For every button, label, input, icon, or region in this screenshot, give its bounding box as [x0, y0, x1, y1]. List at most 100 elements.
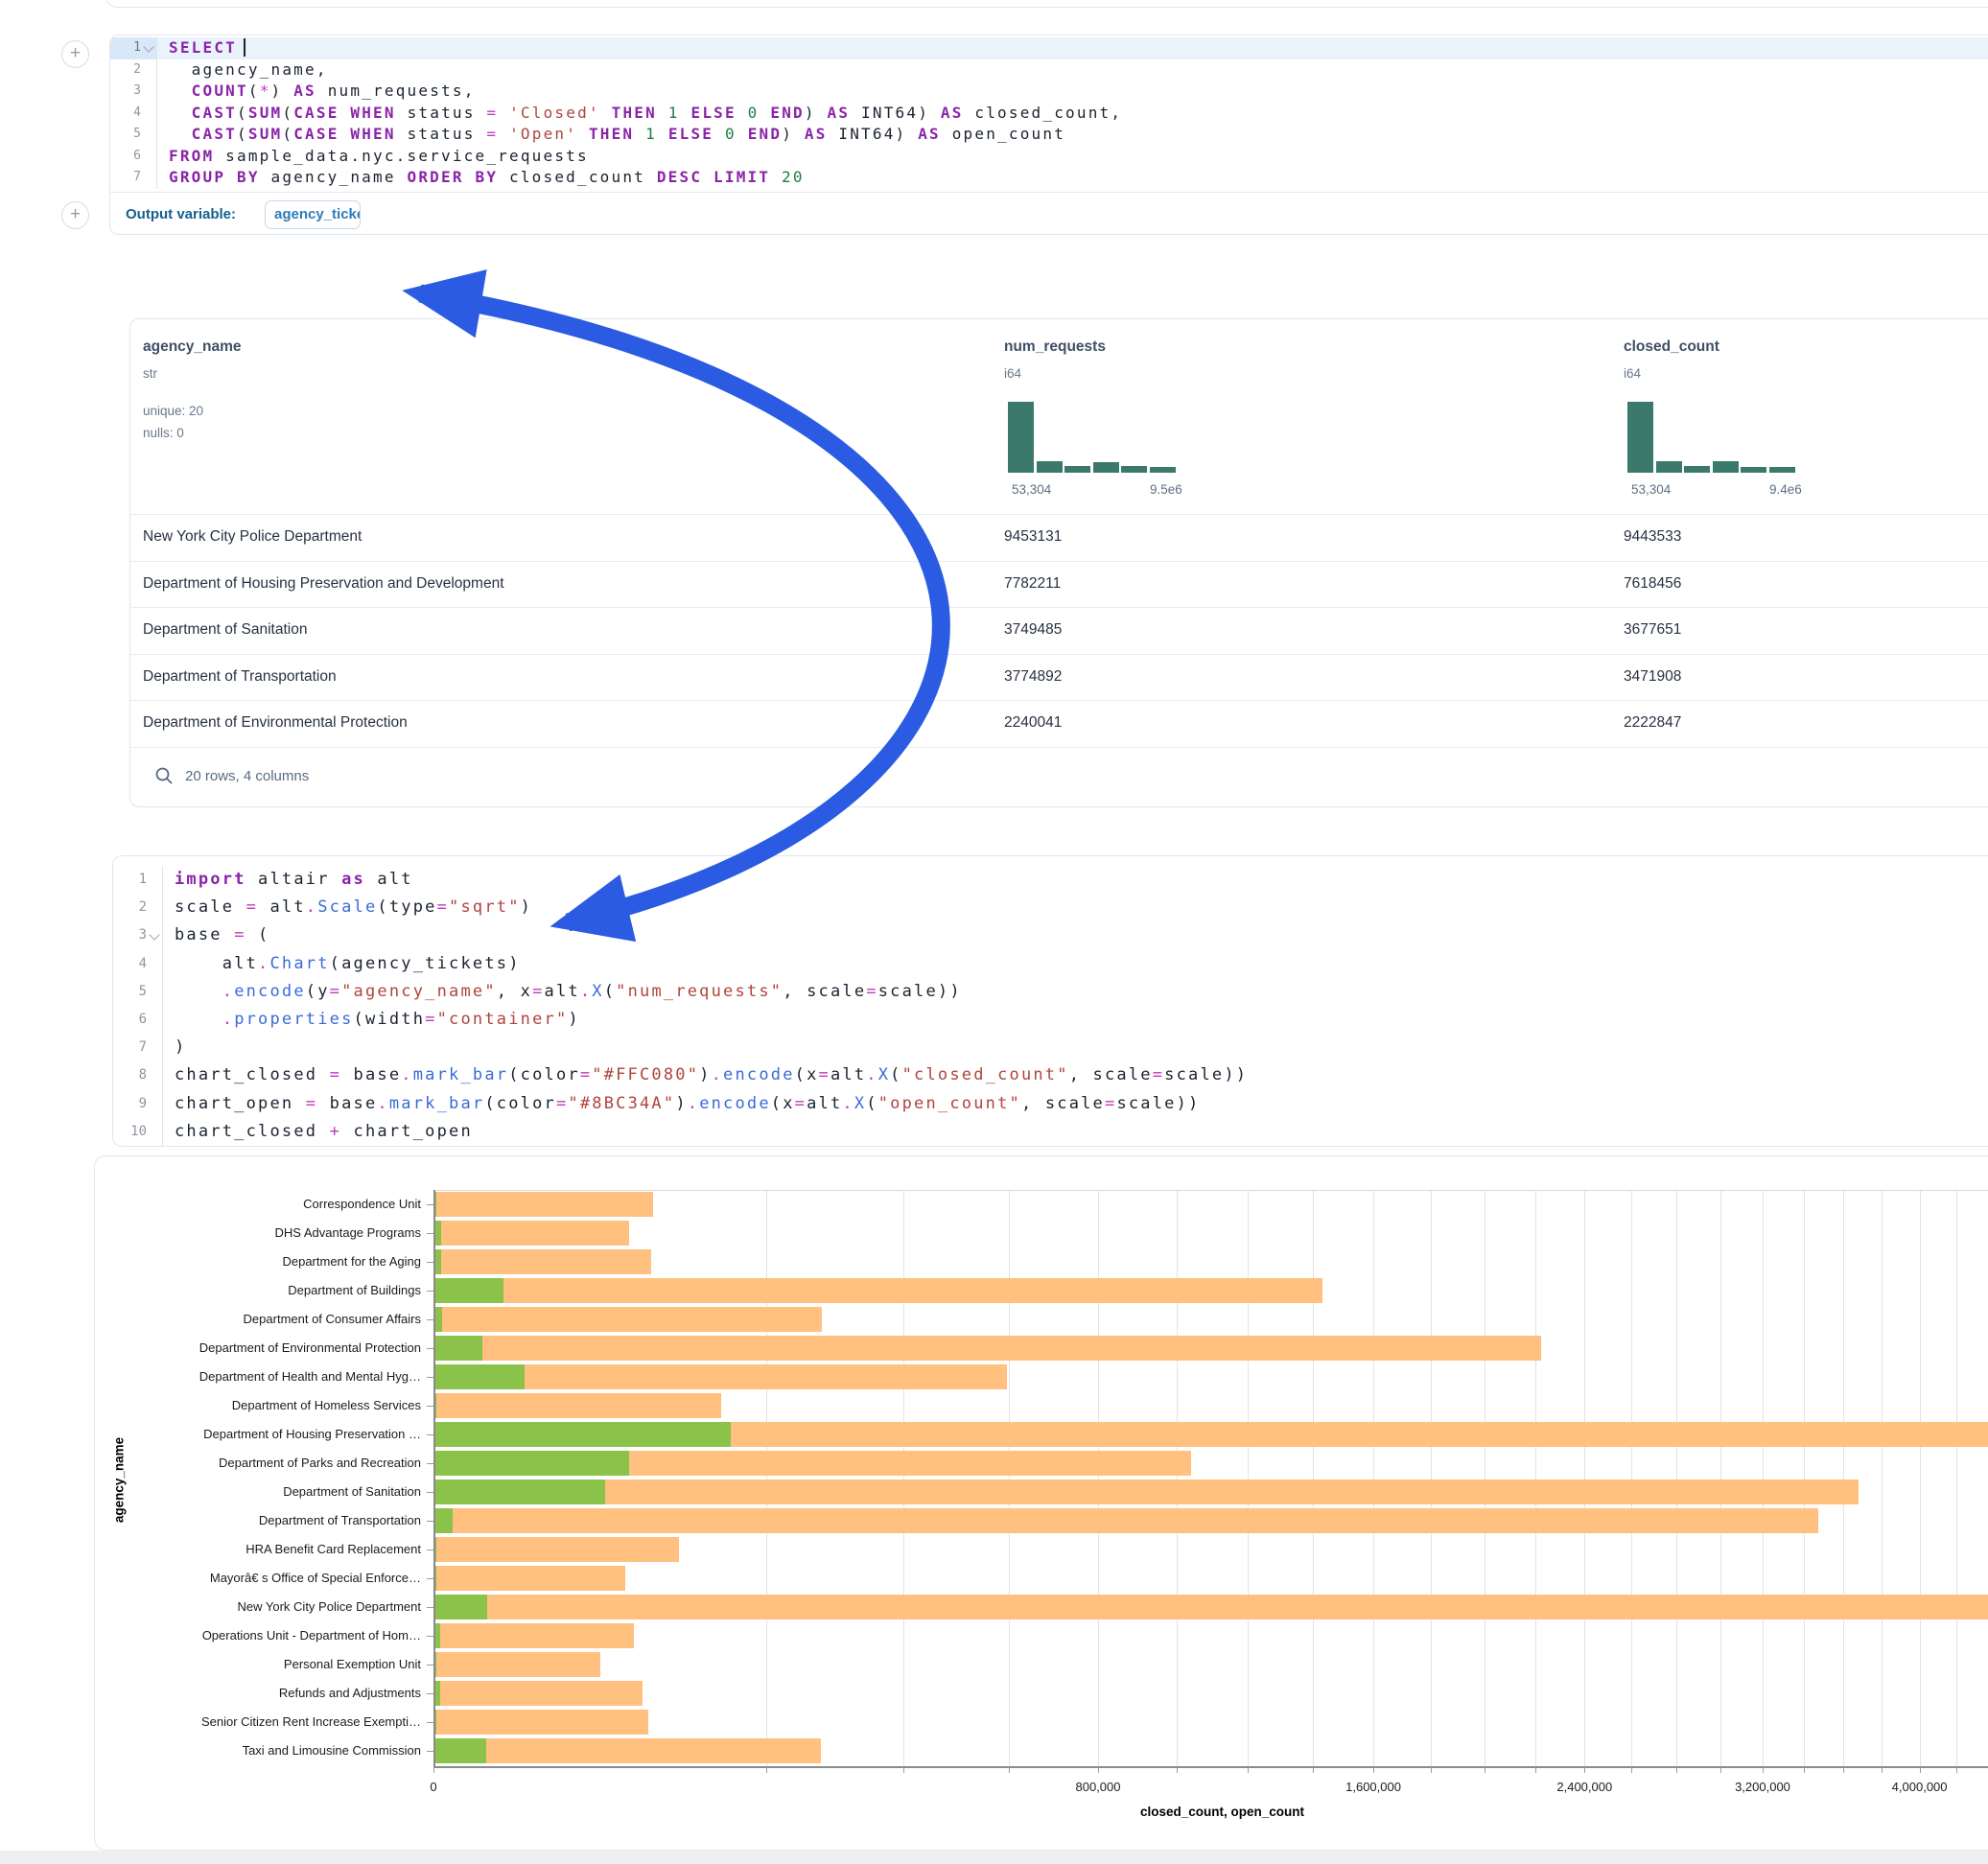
histogram-bar — [1656, 461, 1682, 473]
code-line[interactable]: 4 alt.Chart(agency_tickets) — [113, 950, 1988, 978]
code-text: chart_closed + chart_open — [162, 1118, 1988, 1146]
y-tick — [427, 1665, 433, 1666]
table-cell[interactable]: Department of Sanitation — [143, 621, 307, 639]
code-line[interactable]: 4 CAST(SUM(CASE WHEN status = 'Closed' T… — [110, 103, 1988, 125]
table-footer: 20 rows, 4 columns — [154, 766, 309, 785]
bar-closed-count — [433, 1508, 1818, 1533]
table-cell[interactable]: 9443533 — [1624, 528, 1681, 546]
line-number: 1 — [110, 37, 156, 59]
table-cell[interactable]: 3749485 — [1004, 621, 1062, 639]
output-variable-pill[interactable]: agency_tickets — [265, 200, 361, 229]
add-cell-button-mid[interactable]: + — [61, 201, 89, 229]
x-tick — [1248, 1767, 1249, 1773]
table-cell[interactable]: 7618456 — [1624, 575, 1681, 593]
line-number: 7 — [113, 1034, 162, 1061]
y-axis-label: Department of Sanitation — [124, 1484, 421, 1499]
gridline — [766, 1190, 767, 1766]
y-tick — [427, 1348, 433, 1349]
y-axis-label: Department of Health and Mental Hyg… — [124, 1369, 421, 1384]
y-tick — [427, 1463, 433, 1464]
table-cell[interactable]: Department of Environmental Protection — [143, 714, 408, 732]
column-type: i64 — [1624, 366, 1641, 381]
table-cell[interactable]: Department of Transportation — [143, 668, 337, 686]
code-line[interactable]: 7GROUP BY agency_name ORDER BY closed_co… — [110, 167, 1988, 189]
code-line[interactable]: 7) — [113, 1034, 1988, 1061]
code-text: alt.Chart(agency_tickets) — [162, 950, 1988, 978]
column-header[interactable]: closed_count — [1624, 338, 1719, 356]
code-line[interactable]: 1import altair as alt — [113, 866, 1988, 894]
gridline — [1804, 1190, 1805, 1766]
fold-chevron-icon[interactable] — [143, 42, 153, 53]
bar-closed-count — [433, 1595, 1988, 1619]
histogram-bar — [1064, 466, 1090, 473]
line-number: 6 — [113, 1006, 162, 1034]
y-axis-label: Taxi and Limousine Commission — [124, 1743, 421, 1758]
line-number: 5 — [110, 124, 156, 146]
bar-closed-count — [433, 1710, 648, 1735]
column-header[interactable]: num_requests — [1004, 338, 1106, 356]
code-line[interactable]: 8chart_closed = base.mark_bar(color="#FF… — [113, 1061, 1988, 1089]
histogram-bar — [1037, 461, 1063, 473]
y-tick — [427, 1377, 433, 1378]
line-number: 2 — [113, 894, 162, 921]
line-number: 4 — [110, 103, 156, 125]
table-cell[interactable]: 7782211 — [1004, 575, 1061, 593]
python-cell: 1import altair as alt2scale = alt.Scale(… — [112, 855, 1988, 1147]
code-line[interactable]: 6 .properties(width="container") — [113, 1006, 1988, 1034]
column-type: str — [143, 366, 157, 381]
y-axis-label: Department of Transportation — [124, 1513, 421, 1527]
bar-closed-count — [433, 1623, 634, 1648]
code-line[interactable]: 5 CAST(SUM(CASE WHEN status = 'Open' THE… — [110, 124, 1988, 146]
histogram-bar — [1627, 402, 1653, 473]
y-axis-label: Department of Parks and Recreation — [124, 1456, 421, 1470]
histogram-max-label: 9.5e6 — [1150, 482, 1182, 497]
x-tick — [1763, 1767, 1764, 1773]
table-cell[interactable]: New York City Police Department — [143, 528, 362, 546]
x-tick — [1956, 1767, 1957, 1773]
bar-open-count — [433, 1278, 503, 1303]
results-table: agency_namestrunique: 20nulls: 0num_requ… — [129, 318, 1988, 807]
y-tick — [427, 1636, 433, 1637]
code-line[interactable]: 6FROM sample_data.nyc.service_requests — [110, 146, 1988, 168]
code-line[interactable]: 10chart_closed + chart_open — [113, 1118, 1988, 1146]
code-line[interactable]: 5 .encode(y="agency_name", x=alt.X("num_… — [113, 978, 1988, 1006]
table-cell[interactable]: 3471908 — [1624, 668, 1681, 686]
code-line[interactable]: 2scale = alt.Scale(type="sqrt") — [113, 894, 1988, 921]
code-text: chart_closed = base.mark_bar(color="#FFC… — [162, 1061, 1988, 1089]
histogram-bar — [1121, 466, 1147, 473]
python-code-editor[interactable]: 1import altair as alt2scale = alt.Scale(… — [113, 866, 1988, 1146]
search-icon[interactable] — [154, 766, 174, 785]
column-header[interactable]: agency_name — [143, 338, 242, 356]
code-line[interactable]: 3base = ( — [113, 921, 1988, 949]
table-cell[interactable]: 2222847 — [1624, 714, 1681, 732]
gridline — [1956, 1190, 1957, 1766]
table-cell[interactable]: 2240041 — [1004, 714, 1062, 732]
table-cell[interactable]: 9453131 — [1004, 528, 1062, 546]
x-tick — [1313, 1767, 1314, 1773]
sql-code-editor[interactable]: 1SELECT2 agency_name,3 COUNT(*) AS num_r… — [110, 37, 1988, 189]
x-tick — [1098, 1767, 1099, 1773]
gutter-divider — [162, 1034, 163, 1061]
gutter-divider — [162, 1061, 163, 1089]
table-cell[interactable]: Department of Housing Preservation and D… — [143, 575, 504, 593]
bar-closed-count — [433, 1566, 625, 1591]
histogram-bar — [1741, 467, 1766, 473]
add-cell-button-top[interactable]: + — [61, 40, 89, 68]
bar-closed-count — [433, 1221, 629, 1246]
code-line[interactable]: 1SELECT — [110, 37, 1988, 59]
code-line[interactable]: 3 COUNT(*) AS num_requests, — [110, 81, 1988, 103]
y-axis-label: Correspondence Unit — [124, 1197, 421, 1211]
x-tick — [1631, 1767, 1632, 1773]
y-tick — [427, 1693, 433, 1694]
table-cell[interactable]: 3774892 — [1004, 668, 1062, 686]
x-tick — [1535, 1767, 1536, 1773]
y-axis-line — [433, 1190, 435, 1766]
y-axis-label: Operations Unit - Department of Hom… — [124, 1628, 421, 1643]
bar-open-count — [433, 1480, 605, 1504]
y-axis-label: Department of Environmental Protection — [124, 1340, 421, 1355]
code-line[interactable]: 2 agency_name, — [110, 59, 1988, 82]
code-line[interactable]: 9chart_open = base.mark_bar(color="#8BC3… — [113, 1090, 1988, 1118]
fold-chevron-icon[interactable] — [149, 929, 159, 940]
bar-open-count — [433, 1336, 482, 1361]
table-cell[interactable]: 3677651 — [1624, 621, 1681, 639]
